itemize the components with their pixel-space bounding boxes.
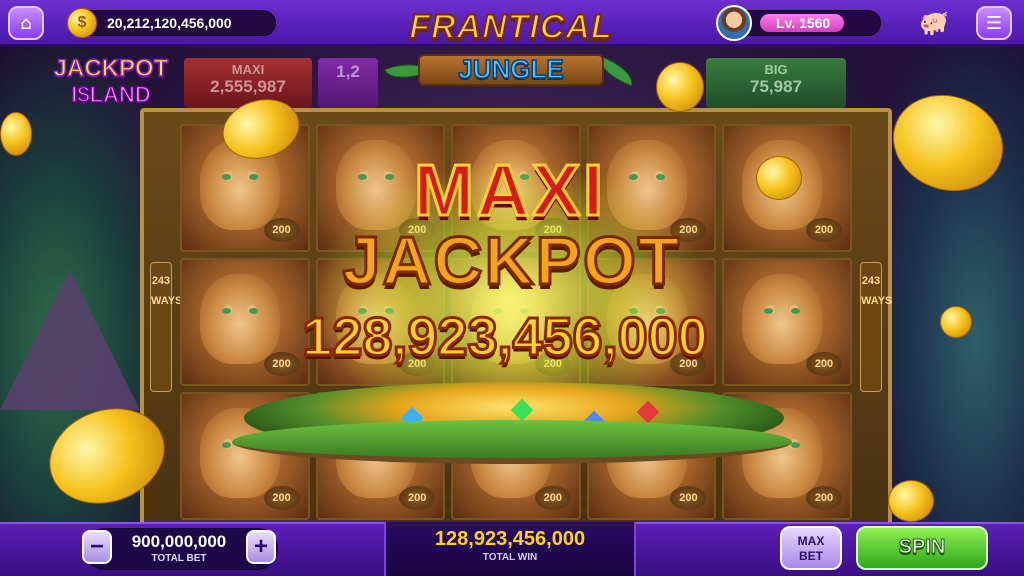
total-bet-label: TOTAL BET xyxy=(151,553,207,564)
spin-button[interactable]: SPIN xyxy=(856,526,988,570)
major-jackpot-value: 1,2 xyxy=(336,62,360,81)
maxi-jackpot-value: 2,555,987 xyxy=(210,77,286,96)
flying-coin xyxy=(940,306,972,338)
brand-logo-line1: JACKPOT xyxy=(53,55,169,83)
jackpot-island-logo: JACKPOT I$LAND xyxy=(36,55,186,116)
flying-coin xyxy=(656,62,704,112)
brand-logo-line2: I$LAND xyxy=(71,81,152,108)
max-bet-label-line2: BET xyxy=(799,549,823,563)
ways-indicator-left: 243 WAYS xyxy=(150,262,182,392)
piggy-bank-icon: 🐖 xyxy=(919,9,949,37)
total-win-value: 128,923,456,000 xyxy=(434,528,586,550)
flying-coin xyxy=(756,156,802,200)
jackpot-title-line1: MAXI xyxy=(413,150,606,233)
symbol-value-badge: 200 xyxy=(806,486,842,510)
increase-bet-button[interactable]: + xyxy=(246,530,276,564)
level-value: Lv. 1560 xyxy=(776,15,831,31)
max-bet-button[interactable]: MAX BET xyxy=(780,526,842,570)
coin-icon: $ xyxy=(67,8,97,38)
big-jackpot-label: BIG xyxy=(764,62,788,77)
menu-button[interactable]: ☰ xyxy=(976,6,1012,40)
symbol-value-badge: 200 xyxy=(806,218,842,242)
game-title-top: FRANTICAL xyxy=(408,7,613,47)
big-jackpot-panel: BIG 75,987 xyxy=(706,58,846,108)
maxi-jackpot-panel: MAXI 2,555,987 xyxy=(184,58,312,108)
flying-coin xyxy=(888,480,934,522)
pyramid-background xyxy=(0,270,140,410)
hamburger-menu-icon: ☰ xyxy=(985,12,1003,34)
symbol-value-badge: 200 xyxy=(399,486,436,510)
symbol-value-badge: 200 xyxy=(534,486,571,510)
jackpot-amount: 128,923,456,000 xyxy=(301,306,709,369)
major-jackpot-panel: 1,2 xyxy=(318,58,378,108)
home-button[interactable]: ⌂ xyxy=(8,6,44,40)
piggy-bank-button[interactable]: 🐖 xyxy=(912,6,956,40)
flying-coin xyxy=(0,112,32,156)
symbol-value-badge: 200 xyxy=(806,352,842,376)
player-avatar[interactable] xyxy=(716,5,752,41)
home-icon: ⌂ xyxy=(20,12,32,34)
balance-value: 20,212,120,456,000 xyxy=(107,15,232,31)
symbol-value-badge: 200 xyxy=(263,486,300,510)
total-bet-value: 900,000,000 xyxy=(131,532,227,551)
symbol-value-badge: 200 xyxy=(670,486,707,510)
level-display[interactable]: Lv. 1560 xyxy=(716,5,881,41)
grass-mound xyxy=(232,420,792,464)
ways-indicator-right: 243 WAYS xyxy=(860,262,892,392)
game-title-bottom: JUNGLE xyxy=(458,53,565,85)
big-jackpot-value: 75,987 xyxy=(750,77,802,96)
game-screen: ⌂ $ 20,212,120,456,000 Lv. 1560 🐖 ☰ MAXI… xyxy=(0,0,1024,576)
decrease-bet-button[interactable]: − xyxy=(82,530,112,564)
total-win-label: TOTAL WIN xyxy=(482,552,538,563)
symbol-value-badge: 200 xyxy=(263,218,300,242)
game-logo: FRANTICAL JUNGLE xyxy=(376,4,646,88)
maxi-jackpot-label: MAXI xyxy=(231,62,265,77)
max-bet-label-line1: MAX xyxy=(797,534,825,548)
jackpot-title-line2: JACKPOT xyxy=(341,222,682,301)
coin-balance: $ 20,212,120,456,000 xyxy=(67,8,276,38)
